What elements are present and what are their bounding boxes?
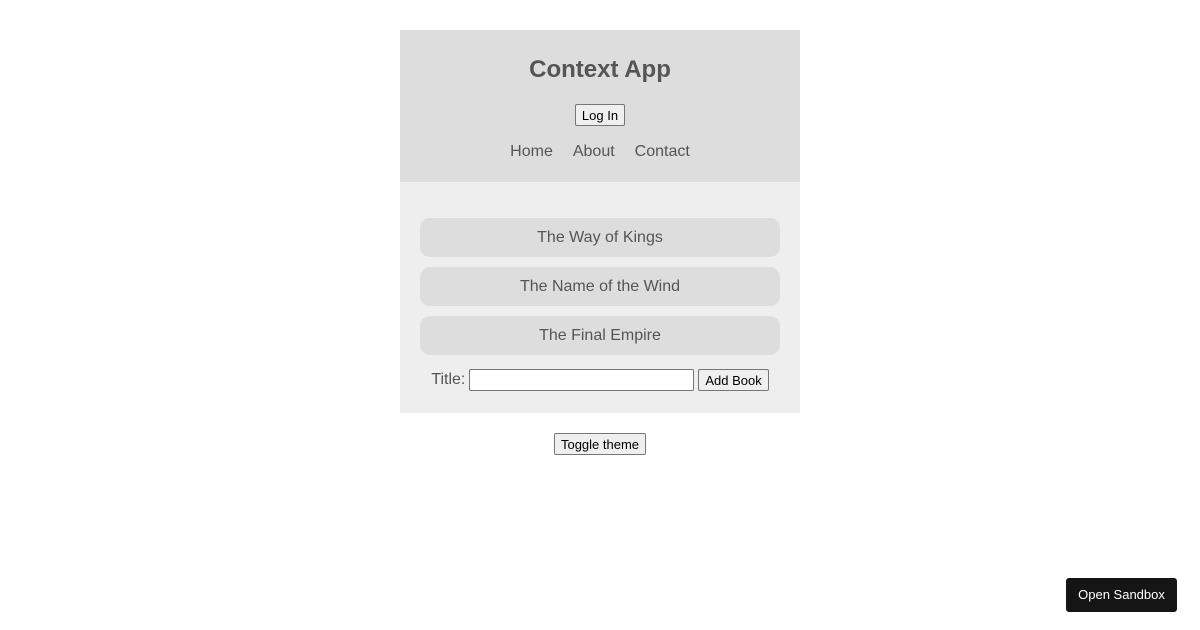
app-container: Context App Log In Home About Contact Th… <box>400 30 800 413</box>
book-list-section: The Way of Kings The Name of the Wind Th… <box>400 182 800 413</box>
login-button[interactable]: Log In <box>574 104 626 126</box>
add-book-form: Title: Add Book <box>420 369 780 391</box>
nav-item-home[interactable]: Home <box>510 142 553 162</box>
app-title: Context App <box>529 56 671 83</box>
add-book-button[interactable]: Add Book <box>698 369 769 391</box>
nav-item-contact[interactable]: Contact <box>635 142 690 162</box>
nav-item-about[interactable]: About <box>573 142 615 162</box>
toggle-theme-button[interactable]: Toggle theme <box>553 433 647 455</box>
book-item[interactable]: The Final Empire <box>420 316 780 355</box>
book-item[interactable]: The Name of the Wind <box>420 267 780 306</box>
title-label: Title: <box>431 371 466 388</box>
login-wrap: Log In <box>400 104 800 126</box>
open-sandbox-button[interactable]: Open Sandbox <box>1066 578 1177 612</box>
app-header: Context App Log In Home About Contact <box>400 30 800 182</box>
title-input[interactable] <box>469 369 695 391</box>
main-nav: Home About Contact <box>400 142 800 162</box>
book-item[interactable]: The Way of Kings <box>420 218 780 257</box>
toggle-wrap: Toggle theme <box>0 433 1200 455</box>
